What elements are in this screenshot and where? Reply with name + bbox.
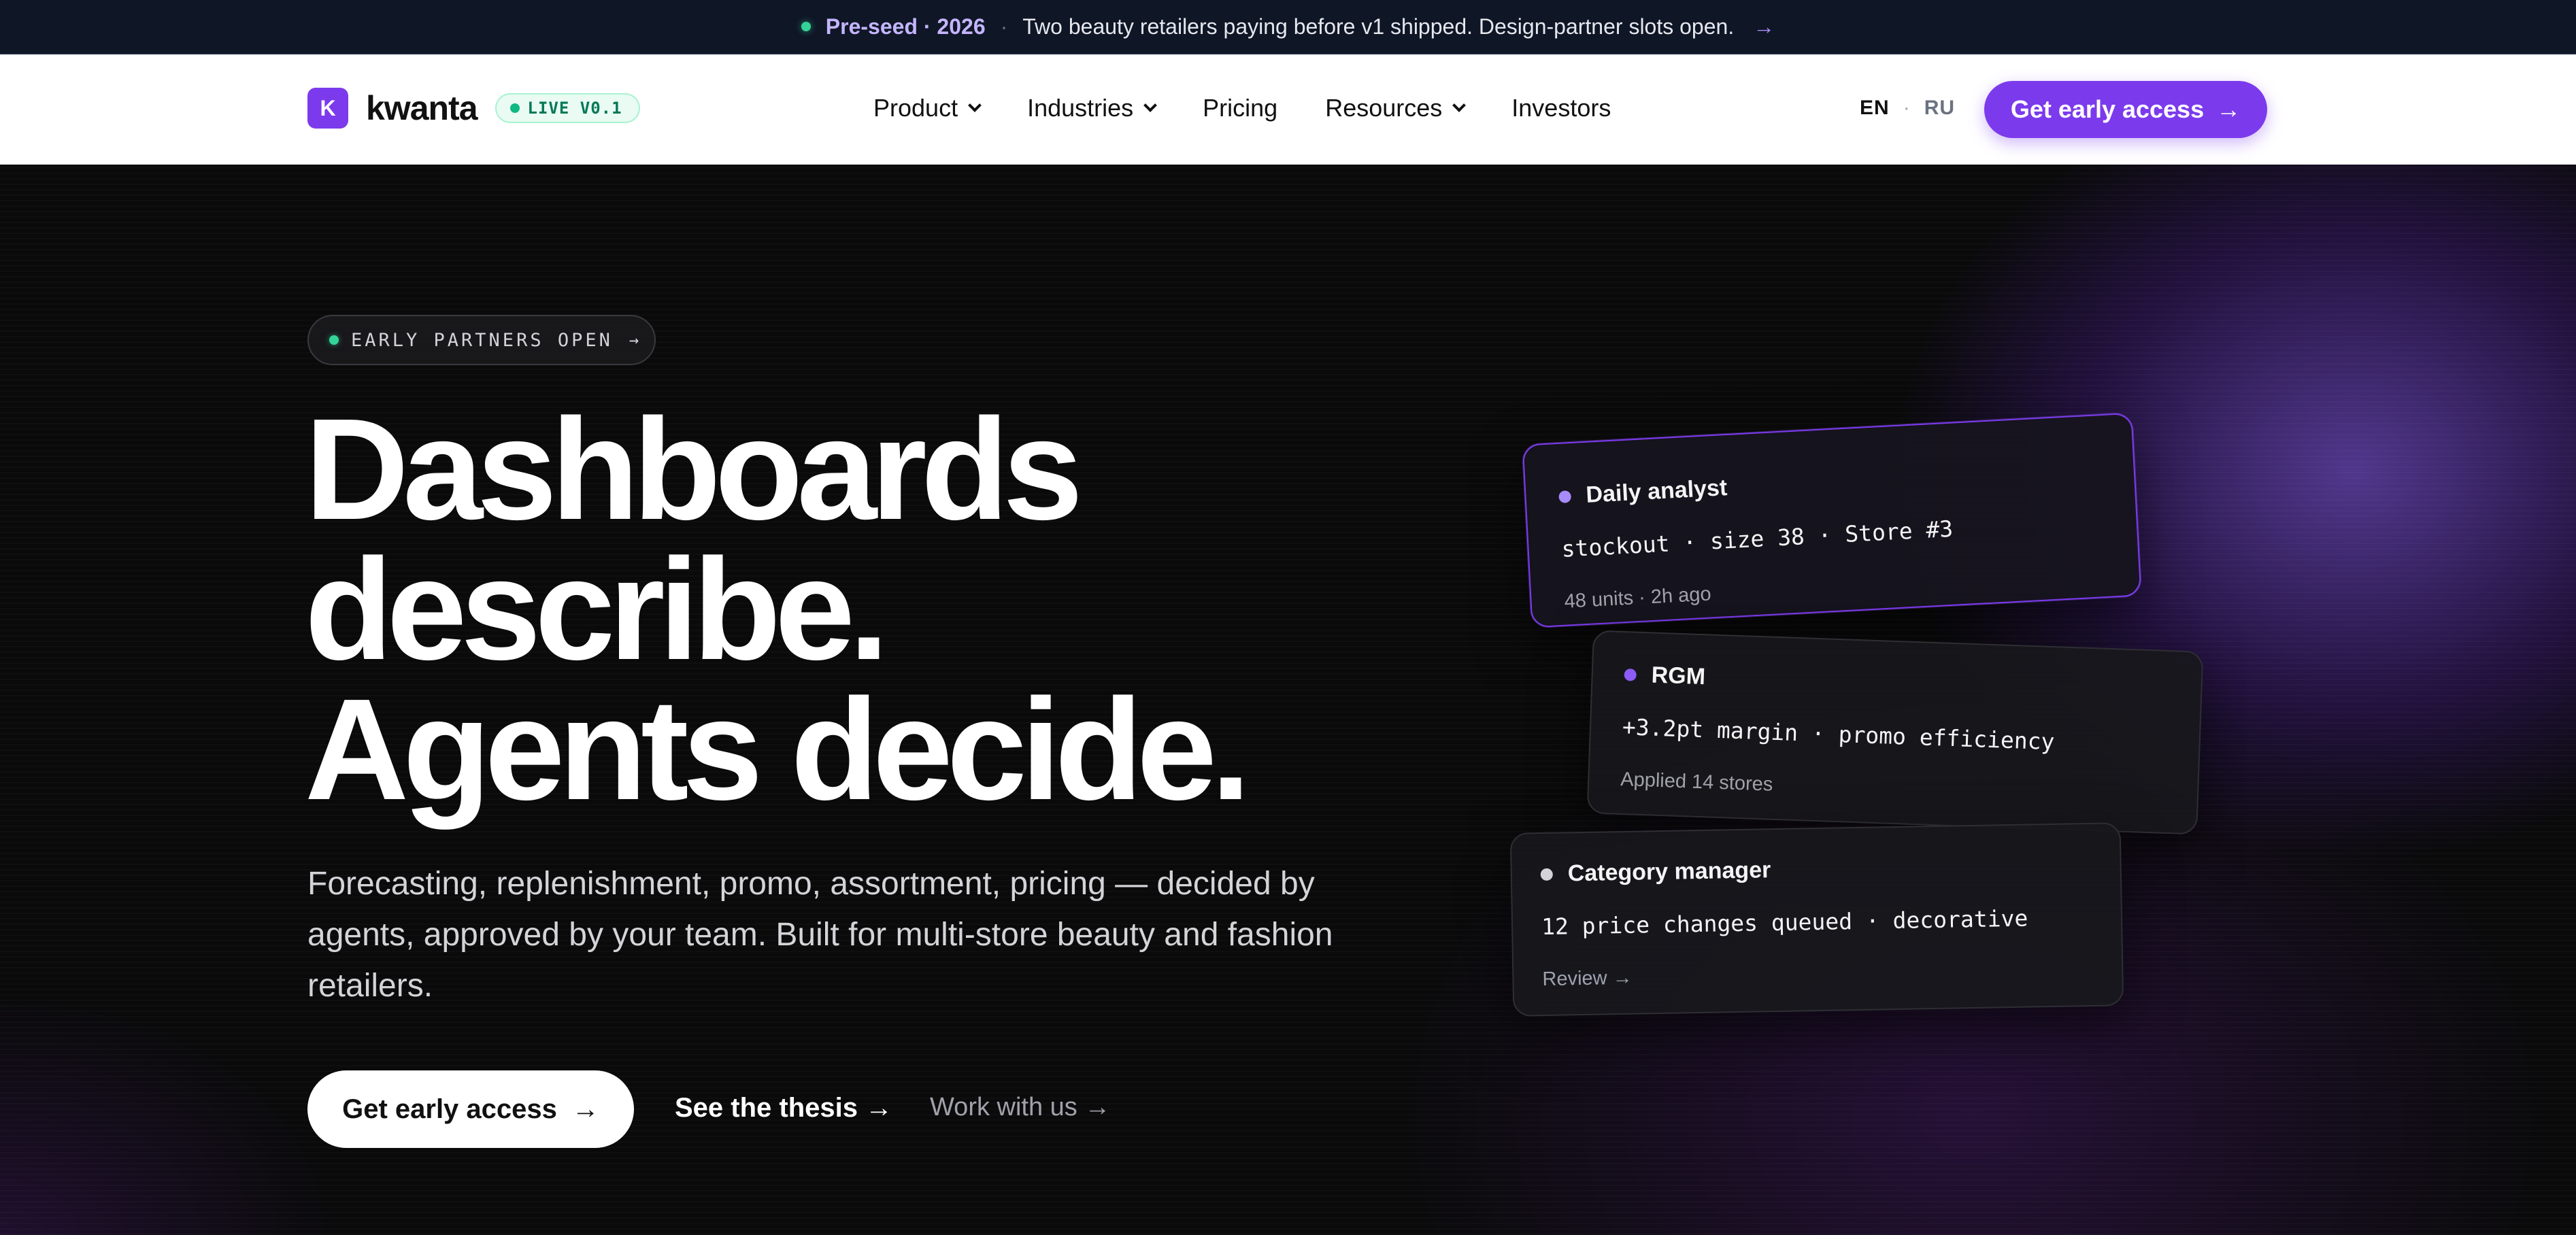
card-detail: stockout · size 38 · Store #3 — [1560, 515, 1954, 562]
status-dot-icon — [801, 22, 811, 31]
see-thesis-link[interactable]: See the thesis → — [675, 1093, 892, 1123]
card-detail: 12 price changes queued · decorative — [1541, 904, 2028, 941]
lang-separator: · — [1903, 97, 1911, 119]
hero-headline: Dashboards describe. Agents decide. — [305, 388, 1251, 830]
menu-item-label: Resources — [1325, 94, 1443, 122]
menu-item-investors[interactable]: Investors — [1511, 94, 1611, 122]
arrow-right-icon: → — [571, 1094, 599, 1124]
card-title: RGM — [1624, 661, 2171, 707]
live-version-badge: LIVE V0.1 — [495, 93, 640, 123]
nav-cta-label: Get early access — [2010, 95, 2205, 123]
card-title-label: RGM — [1651, 662, 1706, 690]
card-title: Daily analyst — [1558, 455, 2101, 510]
badge-label: EARLY PARTNERS OPEN — [351, 329, 613, 351]
work-with-us-link[interactable]: Work with us → — [930, 1093, 1110, 1122]
brand-link[interactable]: K kwanta LIVE V0.1 — [307, 88, 640, 129]
arrow-right-icon[interactable]: → — [1753, 14, 1775, 39]
main-menu: Product Industries Pricing Resources Inv… — [873, 94, 1611, 122]
card-title-label: Daily analyst — [1585, 475, 1728, 508]
menu-item-pricing[interactable]: Pricing — [1203, 94, 1277, 122]
lang-en-link[interactable]: EN — [1860, 97, 1890, 120]
agent-dot-icon — [1624, 668, 1637, 681]
menu-item-label: Industries — [1027, 94, 1134, 122]
arrow-right-icon: → — [2216, 95, 2241, 123]
agent-card-category-manager[interactable]: Category manager 12 price changes queued… — [1509, 822, 2124, 1017]
card-title: Category manager — [1540, 851, 2090, 887]
card-meta: Applied 14 stores — [1620, 768, 1773, 796]
chevron-down-icon — [968, 99, 982, 112]
language-switcher: EN · RU — [1860, 97, 1955, 120]
headline-line: describe. — [305, 528, 889, 690]
agent-dot-icon — [1558, 490, 1572, 503]
hero-cta-label: Get early access — [342, 1094, 557, 1124]
headline-line: Agents decide. — [305, 669, 1251, 830]
arrow-right-icon: → — [629, 331, 639, 350]
lang-ru-link[interactable]: RU — [1924, 97, 1955, 120]
agent-card-rgm[interactable]: RGM +3.2pt margin · promo efficiency App… — [1586, 630, 2204, 835]
get-early-access-button[interactable]: Get early access → — [1984, 81, 2267, 138]
card-title-label: Category manager — [1567, 857, 1771, 887]
status-dot-icon — [329, 335, 339, 345]
menu-item-product[interactable]: Product — [873, 94, 982, 122]
logo-icon: K — [307, 88, 348, 129]
menu-item-resources[interactable]: Resources — [1325, 94, 1467, 122]
announcement-bar[interactable]: Pre-seed · 2026 · Two beauty retailers p… — [0, 0, 2576, 54]
announcement-separator: · — [1000, 14, 1008, 39]
agent-dot-icon — [1540, 868, 1553, 881]
top-navbar: K kwanta LIVE V0.1 Product Industries Pr… — [0, 54, 2576, 165]
menu-item-label: Investors — [1511, 94, 1611, 122]
headline-line: Dashboards — [305, 388, 1083, 549]
announcement-stage: Pre-seed · 2026 — [825, 14, 986, 39]
brand-name: kwanta — [366, 89, 478, 127]
early-partners-badge[interactable]: EARLY PARTNERS OPEN → — [307, 315, 656, 365]
menu-item-industries[interactable]: Industries — [1027, 94, 1158, 122]
hero-section: EARLY PARTNERS OPEN → Dashboards describ… — [0, 165, 2576, 1235]
review-link[interactable]: Review → — [1542, 959, 2092, 991]
agent-card-daily-analyst[interactable]: Daily analyst stockout · size 38 · Store… — [1522, 412, 2142, 628]
hero-subcopy: Forecasting, replenishment, promo, assor… — [307, 866, 1333, 1004]
card-meta: 48 units · 2h ago — [1563, 583, 1712, 613]
chevron-down-icon — [1143, 99, 1158, 112]
live-dot-icon — [509, 103, 520, 113]
announcement-message: Two beauty retailers paying before v1 sh… — [1022, 14, 1735, 39]
chevron-down-icon — [1452, 99, 1467, 112]
hero-get-early-access-button[interactable]: Get early access → — [307, 1070, 634, 1148]
menu-item-label: Product — [873, 94, 958, 122]
card-detail: +3.2pt margin · promo efficiency — [1622, 713, 2056, 756]
menu-item-label: Pricing — [1203, 94, 1278, 122]
live-version-label: LIVE V0.1 — [527, 99, 622, 118]
